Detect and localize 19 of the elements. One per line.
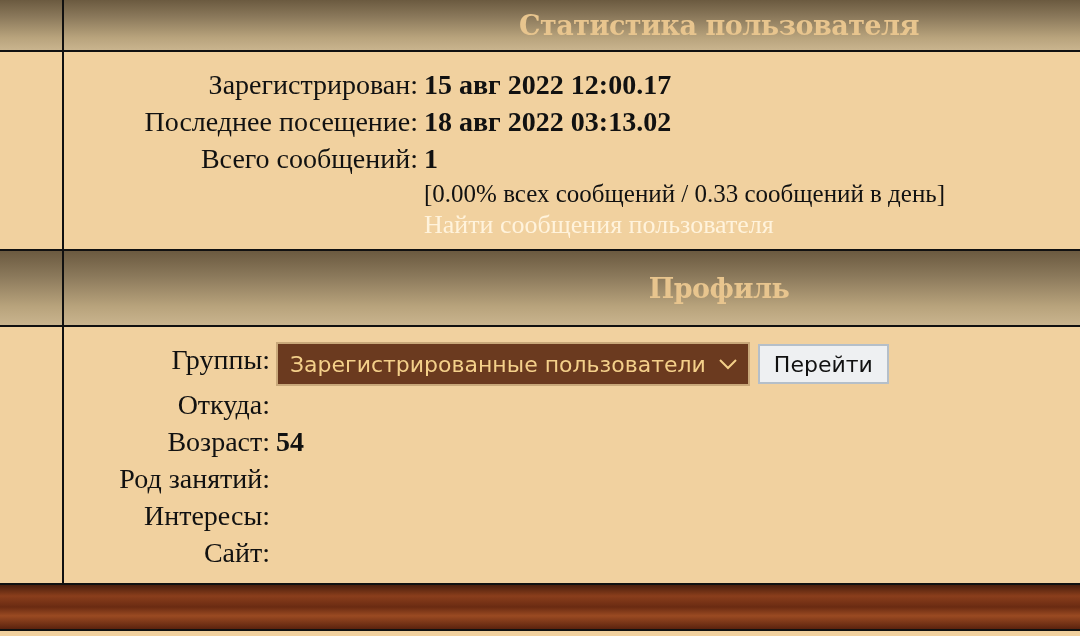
field-value: 54 (276, 425, 305, 459)
field-label: Последнее посещение: (143, 105, 418, 139)
field-label: Группы: (170, 343, 270, 377)
chevron-down-icon (717, 358, 738, 370)
field-value: 15 авг 2022 12:00.17 (424, 68, 673, 102)
field-label: Всего сообщений: (199, 142, 418, 176)
group-select[interactable]: Зарегистрированные пользователи (276, 342, 750, 386)
field-label: Интересы: (143, 499, 270, 533)
go-button[interactable]: Перейти (757, 344, 889, 384)
field-label: Зарегистрирован: (207, 68, 418, 102)
section-title: Профиль (647, 272, 791, 304)
field-value: 18 авг 2022 03:13.02 (424, 105, 673, 139)
field-label: Род занятий: (118, 462, 270, 496)
field-label: Откуда: (176, 388, 270, 422)
field-value: 1 (424, 142, 439, 176)
field-label: Возраст: (166, 425, 270, 459)
section-title: Статистика пользователя (517, 9, 921, 41)
field-label: Сайт: (202, 536, 270, 570)
post-stats-note: [0.00% всех сообщений / 0.33 сообщений в день] (424, 179, 946, 209)
